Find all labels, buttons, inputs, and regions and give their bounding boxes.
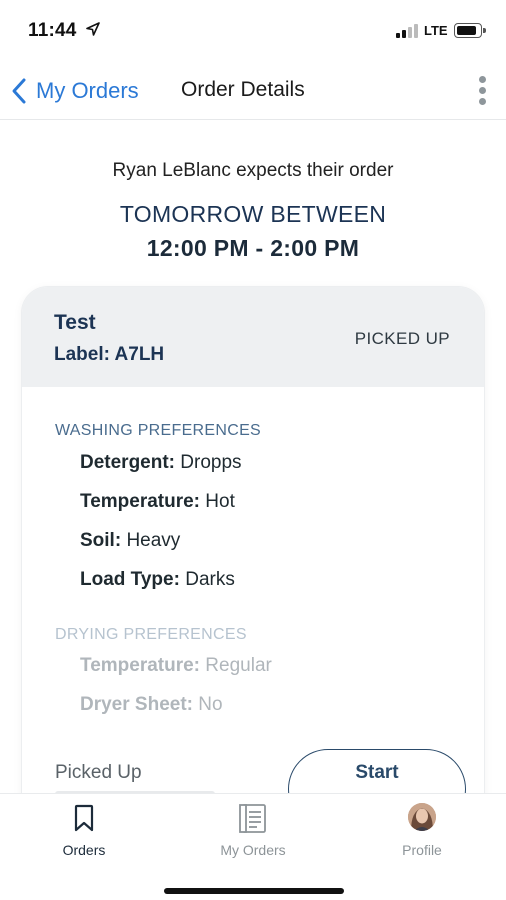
- washing-pref-temperature: Temperature: Hot: [80, 491, 235, 513]
- pref-key: Dryer Sheet:: [80, 694, 193, 715]
- pref-key: Detergent:: [80, 452, 176, 473]
- drying-pref-temperature: Temperature: Regular: [80, 655, 272, 677]
- tab-my-orders[interactable]: My Orders: [193, 802, 313, 862]
- delivery-expectation-text: Ryan LeBlanc expects their order: [112, 160, 394, 181]
- location-arrow-icon: [86, 22, 100, 36]
- pref-value: Darks: [185, 569, 235, 590]
- order-card: Test Label: A7LH PICKED UP WASHING PREFE…: [22, 287, 484, 847]
- pref-value: Dropps: [180, 452, 242, 473]
- home-indicator: [164, 888, 344, 894]
- tab-profile[interactable]: Profile: [362, 802, 482, 862]
- start-button-label: Start: [355, 762, 399, 783]
- screen: 11:44 LTE My Orders Order Details Ryan L…: [0, 0, 506, 900]
- status-time: 11:44: [28, 20, 77, 41]
- tab-label: Orders: [62, 842, 106, 858]
- order-card-header: Test Label: A7LH PICKED UP: [22, 287, 484, 387]
- chevron-left-icon: [12, 78, 26, 104]
- more-options-icon[interactable]: [474, 74, 492, 108]
- network-type: LTE: [424, 23, 448, 38]
- back-button-label: My Orders: [36, 78, 139, 103]
- page-title: Order Details: [181, 78, 305, 101]
- battery-icon: [454, 23, 486, 38]
- bookmark-icon: [74, 804, 94, 832]
- drying-preferences-heading: DRYING PREFERENCES: [55, 626, 247, 643]
- pref-key: Load Type:: [80, 569, 180, 590]
- delivery-time-window: 12:00 PM - 2:00 PM: [146, 235, 360, 261]
- pref-value: Regular: [205, 655, 272, 676]
- delivery-day: TOMORROW BETWEEN: [119, 201, 387, 227]
- order-title: Test: [54, 311, 96, 334]
- nav-bar: My Orders Order Details: [0, 62, 506, 120]
- step-label: Picked Up: [55, 762, 142, 783]
- pref-key: Temperature:: [80, 491, 201, 512]
- list-document-icon: [239, 804, 266, 833]
- pref-key: Soil:: [80, 530, 122, 551]
- drying-pref-dryer-sheet: Dryer Sheet: No: [80, 694, 223, 716]
- tab-label: Profile: [402, 842, 442, 858]
- tab-bar: Orders My Orders Profile: [0, 793, 506, 900]
- pref-value: No: [198, 694, 223, 715]
- pref-value: Hot: [205, 491, 235, 512]
- washing-pref-load-type: Load Type: Darks: [80, 569, 235, 591]
- order-label: Label: A7LH: [54, 344, 165, 365]
- pref-key: Temperature:: [80, 655, 201, 676]
- washing-preferences-heading: WASHING PREFERENCES: [55, 422, 262, 439]
- back-button[interactable]: My Orders: [10, 76, 139, 106]
- tab-label: My Orders: [220, 842, 286, 858]
- signal-icon: [396, 24, 420, 38]
- washing-pref-soil: Soil: Heavy: [80, 530, 180, 552]
- status-bar: 11:44 LTE: [0, 0, 506, 62]
- avatar: [408, 803, 436, 831]
- tab-orders[interactable]: Orders: [24, 802, 144, 862]
- washing-pref-detergent: Detergent: Dropps: [80, 452, 242, 474]
- pref-value: Heavy: [126, 530, 181, 551]
- order-status-badge: PICKED UP: [354, 329, 450, 348]
